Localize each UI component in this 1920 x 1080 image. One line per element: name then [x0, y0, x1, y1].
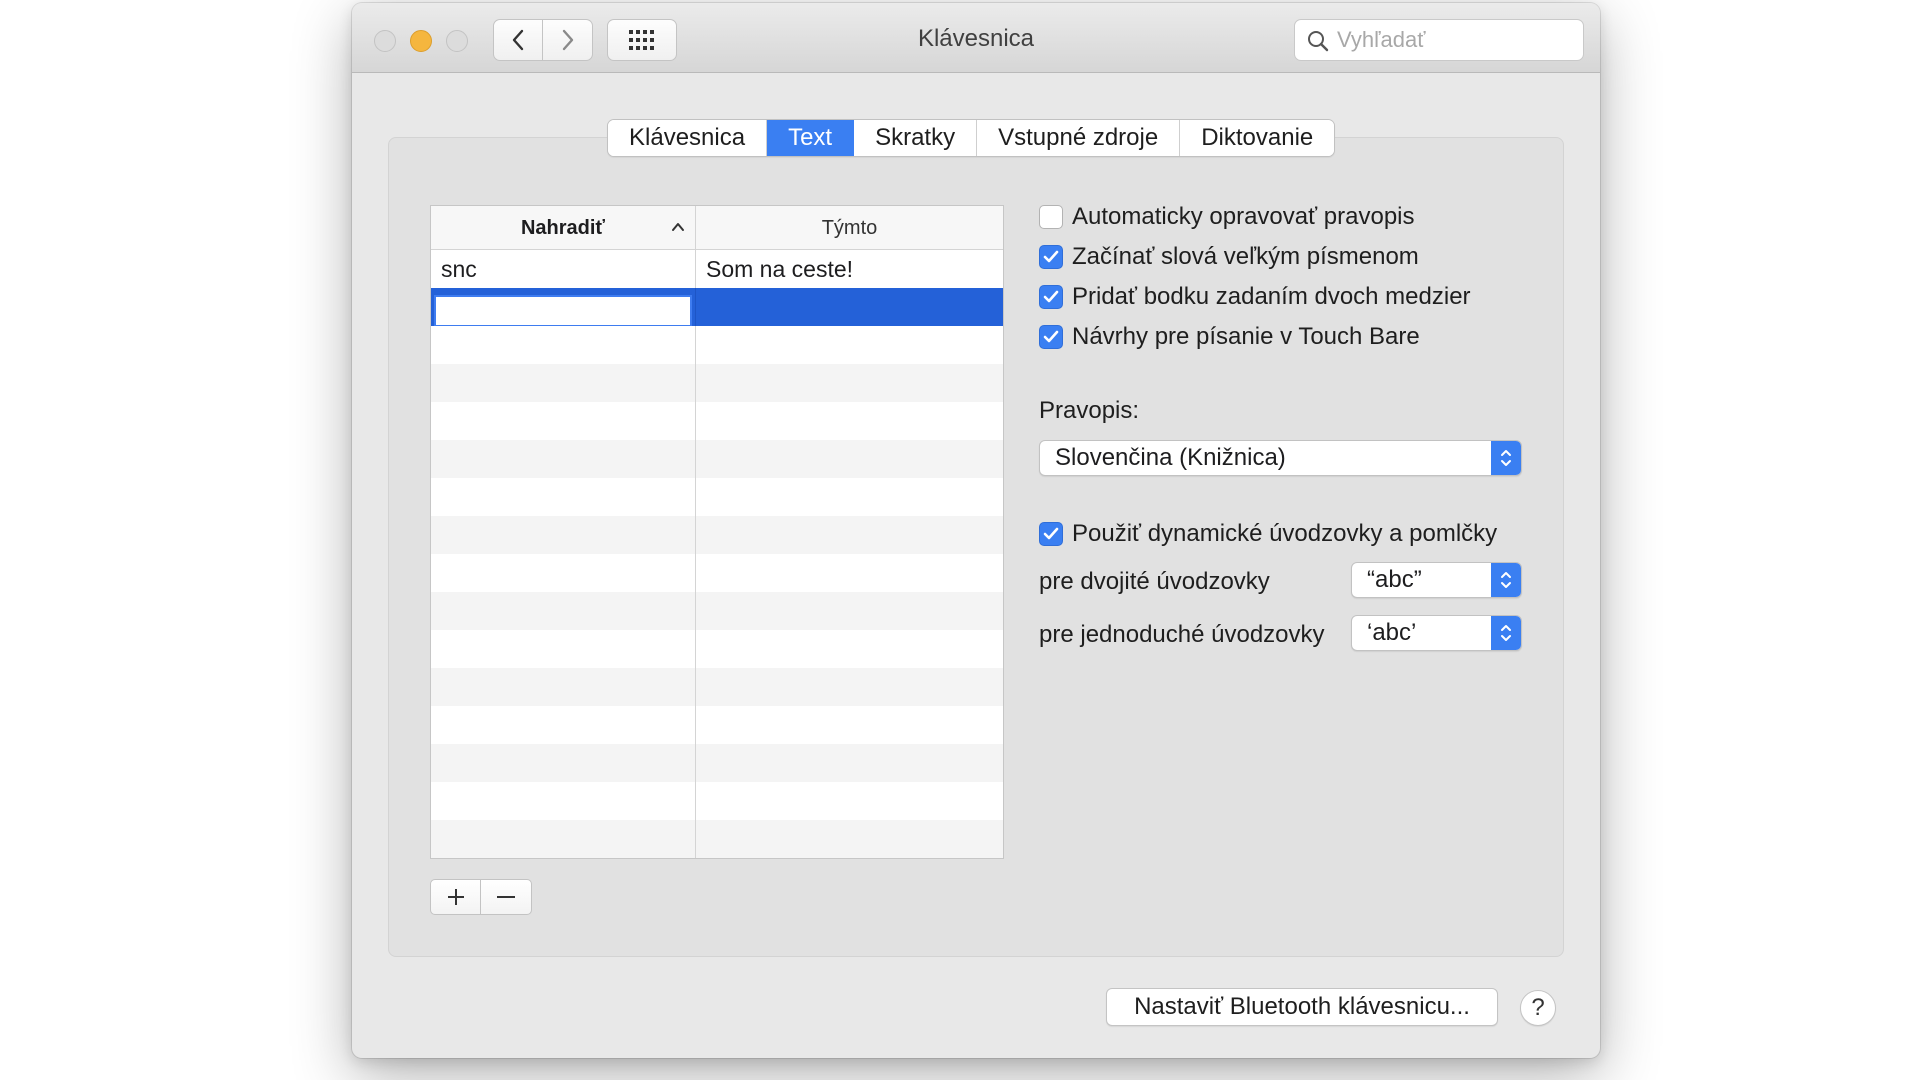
empty-row: [431, 744, 1003, 782]
add-replacement-button[interactable]: [431, 880, 481, 914]
touch-bar-checkbox[interactable]: [1039, 325, 1063, 349]
empty-row: [431, 858, 1003, 859]
spelling-popup[interactable]: Slovenčina (Knižnica): [1039, 440, 1522, 476]
tab-input-sources[interactable]: Vstupné zdroje: [977, 120, 1181, 156]
capitalize-checkbox[interactable]: [1039, 245, 1063, 269]
popup-arrows-icon: [1491, 441, 1521, 475]
column-header-replace-label: Nahradiť: [520, 217, 606, 239]
search-input[interactable]: [1337, 27, 1567, 53]
empty-row: [431, 364, 1003, 402]
smart-quotes-label: Použiť dynamické úvodzovky a pomlčky: [1072, 520, 1498, 547]
replace-cell-editor: [431, 288, 696, 326]
double-quotes-value: “abc”: [1367, 566, 1422, 593]
help-button[interactable]: ?: [1520, 990, 1556, 1026]
auto-correct-option[interactable]: Automaticky opravovať pravopis: [1039, 201, 1415, 233]
double-space-period-option[interactable]: Pridať bodku zadaním dvoch medzier: [1039, 281, 1471, 313]
smart-quotes-option[interactable]: Použiť dynamické úvodzovky a pomlčky: [1039, 518, 1497, 550]
column-header-replace[interactable]: Nahradiť: [431, 206, 696, 249]
popup-arrows-icon: [1491, 563, 1521, 597]
auto-correct-checkbox[interactable]: [1039, 205, 1063, 229]
tab-dictation[interactable]: Diktovanie: [1180, 120, 1335, 156]
smart-quotes-checkbox[interactable]: [1039, 522, 1063, 546]
popup-arrows-icon: [1491, 616, 1521, 650]
add-remove-control: [430, 879, 532, 915]
table-header: Nahradiť Týmto: [431, 206, 1003, 250]
single-quotes-popup[interactable]: ‘abc’: [1351, 615, 1522, 651]
auto-correct-label: Automaticky opravovať pravopis: [1072, 203, 1415, 230]
tab-bar: Klávesnica Text Skratky Vstupné zdroje D…: [607, 119, 1336, 157]
empty-row: [431, 706, 1003, 744]
checkmark-icon: [1043, 330, 1059, 343]
single-quotes-value: ‘abc’: [1367, 619, 1417, 646]
touch-bar-label: Návrhy pre písanie v Touch Bare: [1072, 323, 1420, 350]
with-cell: Som na ceste!: [706, 256, 854, 282]
checkmark-icon: [1043, 527, 1059, 540]
capitalize-option[interactable]: Začínať slová veľkým písmenom: [1039, 241, 1419, 273]
minus-icon: [497, 896, 515, 898]
empty-row: [431, 402, 1003, 440]
touch-bar-option[interactable]: Návrhy pre písanie v Touch Bare: [1039, 321, 1420, 353]
empty-row: [431, 782, 1003, 820]
plus-icon: [447, 889, 464, 905]
checkmark-icon: [1043, 290, 1059, 303]
single-quotes-label: pre jednoduché úvodzovky: [1039, 621, 1325, 648]
tab-shortcuts[interactable]: Skratky: [854, 120, 978, 156]
table-row-selected[interactable]: [431, 288, 1003, 326]
tab-text[interactable]: Text: [767, 120, 855, 156]
replace-input[interactable]: [434, 295, 692, 326]
sort-ascending-icon: [672, 223, 684, 231]
double-space-period-label: Pridať bodku zadaním dvoch medzier: [1072, 283, 1471, 310]
checkmark-icon: [1043, 250, 1059, 263]
spelling-value: Slovenčina (Knižnica): [1055, 444, 1286, 471]
empty-row: [431, 820, 1003, 858]
double-quotes-popup[interactable]: “abc”: [1351, 562, 1522, 598]
capitalize-label: Začínať slová veľkým písmenom: [1072, 243, 1419, 270]
double-space-period-checkbox[interactable]: [1039, 285, 1063, 309]
empty-row: [431, 516, 1003, 554]
replace-cell: snc: [431, 250, 696, 288]
search-field[interactable]: [1294, 19, 1584, 61]
column-header-with[interactable]: Týmto: [696, 206, 1003, 249]
empty-row: [431, 554, 1003, 592]
with-cell: [696, 288, 1003, 326]
search-icon: [1308, 31, 1329, 52]
table-body: snc Som na ceste!: [431, 250, 1003, 858]
empty-row: [431, 592, 1003, 630]
table-row[interactable]: snc Som na ceste!: [431, 250, 1003, 288]
empty-row: [431, 440, 1003, 478]
preferences-window: Klávesnica Klávesnica Text Skratky Vstup…: [352, 3, 1600, 1058]
empty-row: [431, 326, 1003, 364]
empty-row: [431, 630, 1003, 668]
remove-replacement-button[interactable]: [481, 880, 531, 914]
text-replacement-table: Nahradiť Týmto snc Som na ceste!: [430, 205, 1004, 859]
double-quotes-label: pre dvojité úvodzovky: [1039, 568, 1270, 595]
tab-keyboard[interactable]: Klávesnica: [608, 120, 768, 156]
empty-row: [431, 668, 1003, 706]
spelling-label: Pravopis:: [1039, 397, 1140, 424]
setup-bluetooth-keyboard-button[interactable]: Nastaviť Bluetooth klávesnicu...: [1106, 988, 1498, 1026]
empty-row: [431, 478, 1003, 516]
title-bar: Klávesnica: [352, 3, 1600, 73]
